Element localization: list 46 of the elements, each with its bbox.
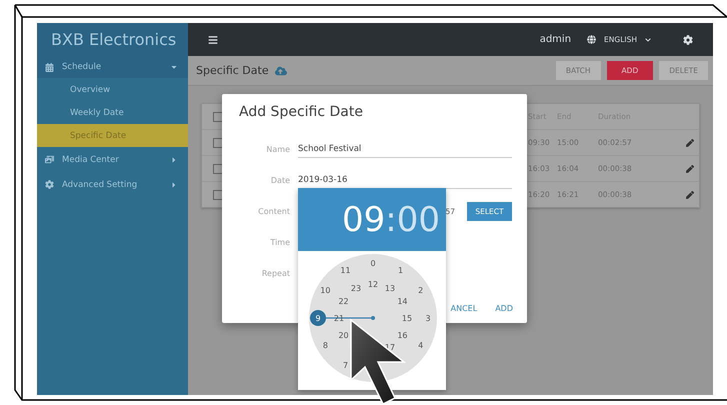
clock-number[interactable]: 9 [310,310,326,326]
clock-number[interactable]: 7 [338,358,354,374]
clock-number[interactable]: 1 [392,262,408,278]
edit-icon[interactable] [686,190,694,198]
input-field[interactable]: School Festival [298,141,512,158]
caret-icon [170,156,178,164]
caret-icon [170,63,178,71]
sidebar-item[interactable]: Advanced Setting [37,172,188,197]
clock-number[interactable]: 8 [317,338,334,354]
sidebar-subitem[interactable]: Overview [37,78,188,101]
user-name[interactable]: admin [540,34,572,45]
menu-icon[interactable] [208,34,218,44]
page-title: Specific Date [196,64,269,77]
field-label: Content [257,207,290,216]
sidebar-item[interactable]: Schedule [37,56,188,78]
field-label: Name [265,145,290,154]
edit-icon[interactable] [686,164,694,172]
brand-title: BXB Electronics [37,23,188,56]
sidebar-subitem[interactable]: Weekly Date [37,101,188,124]
time-separator: : [385,200,397,240]
dialog-button[interactable]: ADD [495,304,513,313]
clock-number[interactable]: 0 [365,255,381,271]
clock-number[interactable]: 11 [338,262,354,278]
sidebar-item-icon [45,180,54,189]
edit-icon[interactable] [686,138,694,146]
clock-number[interactable]: 4 [412,338,429,354]
dialog-title: Add Specific Date [239,104,363,120]
clock-number[interactable]: 2 [412,282,429,298]
field-label: Time [269,238,290,247]
clock-number[interactable]: 16 [394,327,410,343]
sidebar-item-icon [45,155,54,164]
clock-number[interactable]: 10 [317,282,334,298]
chevron-icon[interactable] [645,36,651,42]
field-label: Repeat [260,269,290,278]
sidebar-item[interactable]: Media Center [37,147,188,172]
clock-number[interactable]: 3 [420,310,436,326]
hour-display[interactable]: 09 [342,200,386,240]
globe-icon[interactable] [587,35,596,44]
dialog-button[interactable]: ANCEL [450,304,478,313]
caret-icon [170,180,178,188]
settings-icon[interactable] [683,34,693,44]
clock-number[interactable]: 20 [336,327,352,343]
clock-number[interactable]: 15 [399,310,415,326]
clock-number[interactable]: 12 [365,276,381,292]
sidebar-item-icon [45,62,54,72]
field-label: Date [270,176,290,185]
